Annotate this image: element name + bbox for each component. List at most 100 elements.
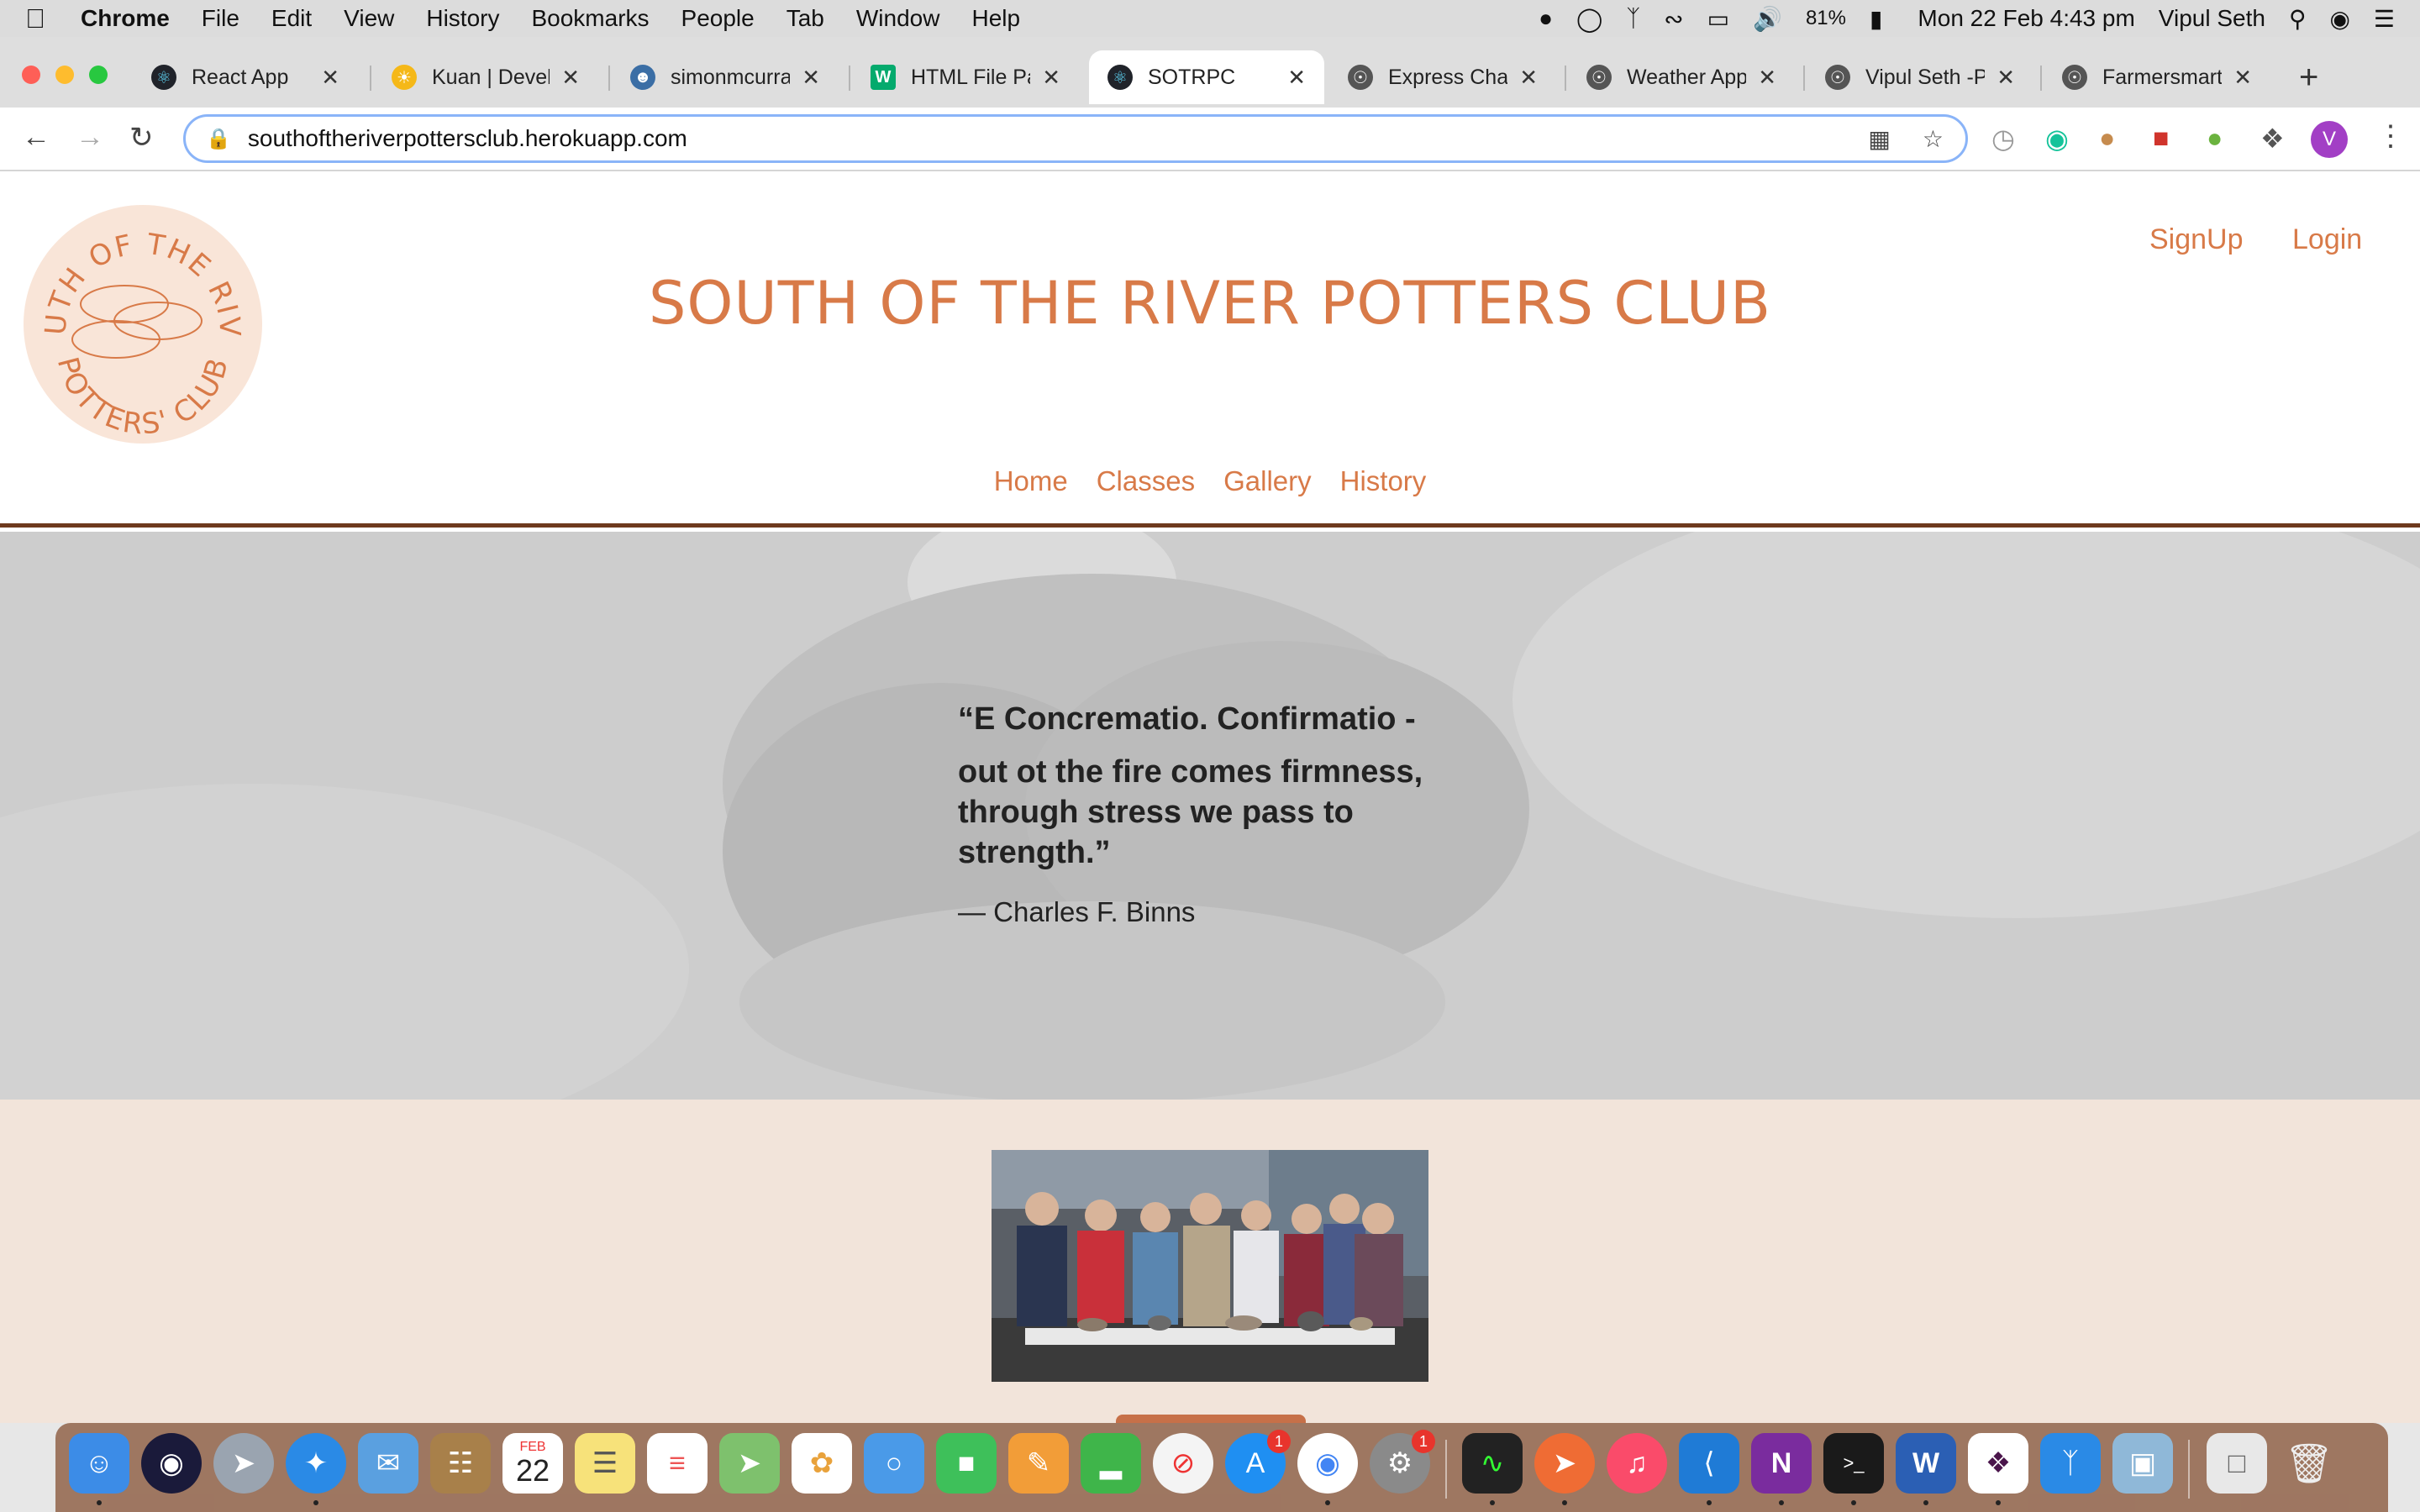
window-fullscreen-button[interactable] [89, 66, 108, 84]
close-icon[interactable]: ✕ [2233, 65, 2252, 91]
close-icon[interactable]: ✕ [561, 65, 580, 91]
tab-express-chat[interactable]: ☉ Express Chat ✕ [1329, 50, 1556, 104]
menu-people[interactable]: People [681, 5, 755, 32]
nav-history[interactable]: History [1340, 465, 1427, 497]
airplay-icon[interactable]: ▭ [1707, 5, 1729, 33]
nav-gallery[interactable]: Gallery [1223, 465, 1312, 497]
spotlight-search-icon[interactable]: ⚲ [2289, 5, 2307, 33]
menu-edit[interactable]: Edit [271, 5, 312, 32]
pages-icon[interactable]: ✎ [1008, 1433, 1069, 1494]
calendar-icon[interactable]: FEB 22 [502, 1433, 563, 1494]
close-icon[interactable]: ✕ [1287, 65, 1306, 91]
music-icon[interactable]: ♫ [1607, 1433, 1667, 1494]
menubar-datetime[interactable]: Mon 22 Feb 4:43 pm [1918, 5, 2134, 32]
window-minimize-button[interactable] [55, 66, 74, 84]
photos-icon[interactable]: ✿ [792, 1433, 852, 1494]
menu-bookmarks[interactable]: Bookmarks [531, 5, 649, 32]
siri-icon[interactable]: ◉ [141, 1433, 202, 1494]
battery-icon[interactable]: ▮ [1870, 5, 1882, 33]
notes-icon[interactable]: ☰ [575, 1433, 635, 1494]
chrome-menu-icon[interactable]: ⋮ [2376, 119, 2405, 153]
close-icon[interactable]: ✕ [1519, 65, 1538, 91]
reload-icon[interactable]: ↻ [129, 121, 154, 155]
tab-simonmcurran[interactable]: ☻ simonmcurrar ✕ [612, 50, 839, 104]
apple-logo-icon[interactable]:  [25, 3, 45, 34]
wifi-icon[interactable]: ∾ [1664, 5, 1683, 33]
address-url[interactable]: southoftheriverpottersclub.herokuapp.com [248, 125, 687, 152]
frog-extension-icon[interactable]: ● [2207, 123, 2223, 154]
quote-author: — Charles F. Binns [958, 896, 1196, 927]
forward-arrow-icon[interactable]: → [76, 121, 104, 154]
nav-classes[interactable]: Classes [1097, 465, 1195, 497]
new-tab-plus-icon[interactable]: + [2299, 59, 2318, 97]
activity-monitor-icon[interactable]: ∿ [1462, 1433, 1523, 1494]
bookmark-star-icon[interactable]: ☆ [1923, 125, 1944, 153]
extension-timer-icon[interactable]: ◷ [1991, 123, 2015, 155]
notification-center-icon[interactable]: ☰ [2374, 5, 2395, 33]
scroll-tab-button[interactable] [1116, 1415, 1306, 1423]
ladybug-extension-icon[interactable]: ■ [2153, 123, 2169, 154]
signup-link[interactable]: SignUp [2149, 223, 2244, 256]
grammarly-icon[interactable]: ◉ [2045, 123, 2069, 155]
tab-weather-app[interactable]: ☉ Weather App ✕ [1568, 50, 1795, 104]
accessibility-icon[interactable]: ◯ [1576, 5, 1602, 33]
bluetooth-file-exchange-icon[interactable]: ᛉ [2040, 1433, 2101, 1494]
window-close-button[interactable] [22, 66, 40, 84]
tab-kuan[interactable]: ☀ Kuan | Develo ✕ [373, 50, 598, 104]
address-bar[interactable]: 🔒 southoftheriverpottersclub.herokuapp.c… [183, 114, 1968, 163]
back-arrow-icon[interactable]: ← [22, 121, 50, 154]
app-store-icon[interactable]: A 1 [1225, 1430, 1291, 1494]
mail-icon[interactable]: ✉ [358, 1433, 418, 1494]
reminders-icon[interactable]: ≡ [647, 1433, 708, 1494]
close-icon[interactable]: ✕ [802, 65, 820, 91]
tab-farmersmart[interactable]: ☉ Farmersmart ✕ [2044, 50, 2270, 104]
tab-sotrpc[interactable]: ⚛ SOTRPC ✕ [1089, 50, 1324, 104]
volume-icon[interactable]: 🔊 [1753, 5, 1782, 33]
evernote-elephant-icon[interactable]: ● [1539, 5, 1553, 32]
messages-icon[interactable]: ○ [864, 1433, 924, 1494]
news-icon[interactable]: ⊘ [1153, 1433, 1213, 1494]
numbers-icon[interactable]: ▂ [1081, 1433, 1141, 1494]
downloads-stack-icon[interactable]: □ [2207, 1433, 2267, 1494]
siri-icon[interactable]: ◉ [2329, 5, 2349, 33]
word-icon[interactable]: W [1896, 1433, 1956, 1494]
launchpad-rocket-icon[interactable]: ➤ [213, 1433, 274, 1494]
terminal-icon[interactable]: >_ [1823, 1433, 1884, 1494]
close-icon[interactable]: ✕ [1758, 65, 1776, 91]
chrome-icon[interactable]: ◉ [1297, 1433, 1358, 1494]
bluetooth-icon[interactable]: ᛉ [1626, 5, 1640, 32]
onenote-icon[interactable]: N [1751, 1433, 1812, 1494]
menu-tab[interactable]: Tab [786, 5, 824, 32]
profile-avatar[interactable]: V [2311, 121, 2348, 158]
contacts-icon[interactable]: ☷ [430, 1433, 491, 1494]
finder-icon[interactable]: ☺ [69, 1433, 129, 1494]
tab-vipul-seth[interactable]: ☉ Vipul Seth -P ✕ [1807, 50, 2033, 104]
menu-window[interactable]: Window [856, 5, 940, 32]
menu-file[interactable]: File [202, 5, 239, 32]
preview-icon[interactable]: ▣ [2112, 1433, 2173, 1494]
system-preferences-gear-icon[interactable]: ⚙ 1 [1370, 1430, 1435, 1494]
qr-code-icon[interactable]: ▦ [1868, 125, 1890, 153]
safari-compass-icon[interactable]: ✦ [286, 1433, 346, 1494]
close-icon[interactable]: ✕ [1996, 65, 2015, 91]
menu-view[interactable]: View [344, 5, 394, 32]
menu-history[interactable]: History [426, 5, 499, 32]
tab-react-app[interactable]: ⚛ React App ✕ [133, 50, 358, 104]
menubar-user[interactable]: Vipul Seth [2159, 5, 2265, 32]
slack-icon[interactable]: ❖ [1968, 1433, 2028, 1494]
facetime-icon[interactable]: ■ [936, 1433, 997, 1494]
postman-icon[interactable]: ➤ [1534, 1433, 1595, 1494]
menu-app-name[interactable]: Chrome [81, 5, 170, 32]
menu-help[interactable]: Help [971, 5, 1020, 32]
maps-icon[interactable]: ➤ [719, 1433, 780, 1494]
cookie-icon[interactable]: ● [2099, 123, 2115, 154]
close-icon[interactable]: ✕ [1042, 65, 1060, 91]
nav-home[interactable]: Home [994, 465, 1068, 497]
login-link[interactable]: Login [2292, 223, 2362, 256]
tab-html-file-path[interactable]: W HTML File Pat ✕ [852, 50, 1079, 104]
vscode-icon[interactable]: ⟨ [1679, 1433, 1739, 1494]
trash-icon[interactable]: 🗑 [2279, 1433, 2339, 1494]
lock-icon[interactable]: 🔒 [206, 127, 231, 151]
extensions-puzzle-icon[interactable]: ❖ [2260, 123, 2285, 155]
close-icon[interactable]: ✕ [321, 65, 339, 91]
